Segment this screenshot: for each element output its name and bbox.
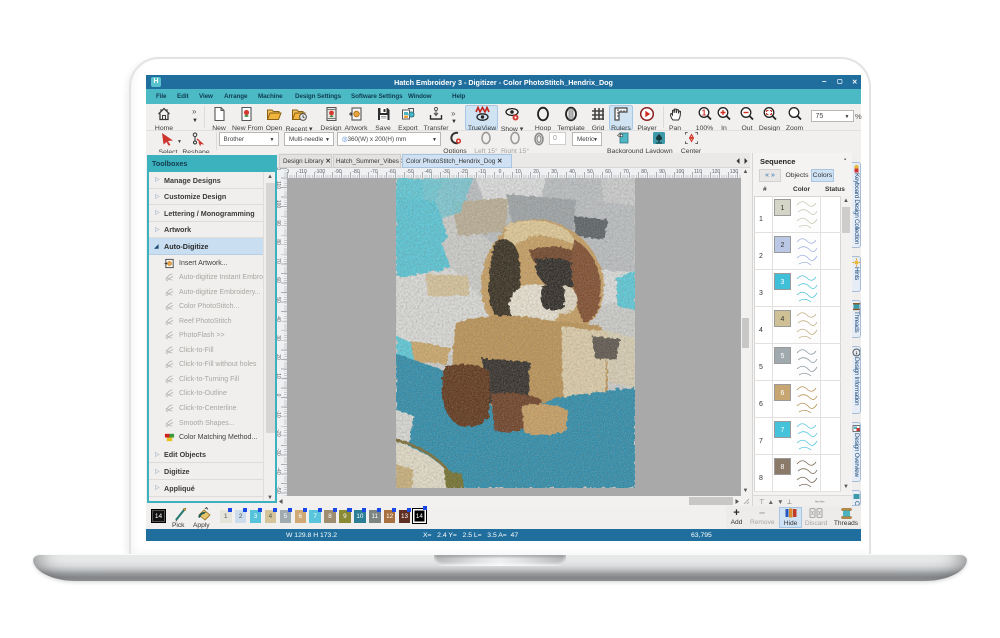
svg-text:1: 1 [701,109,706,118]
